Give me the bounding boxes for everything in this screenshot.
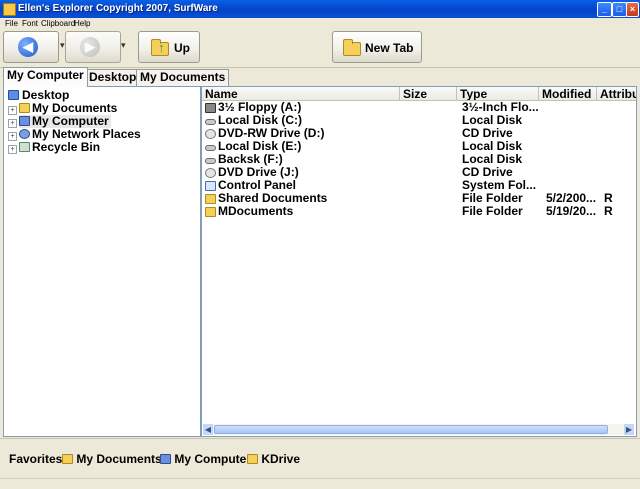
horizontal-scrollbar[interactable]: ◀ ▶ — [203, 424, 634, 435]
drive-icon — [205, 145, 216, 151]
folder-icon — [19, 103, 30, 113]
favorite-kdrive[interactable]: KDrive — [247, 452, 300, 466]
tree-item-label: Recycle Bin — [32, 140, 101, 154]
favorite-my-documents[interactable]: My Documents — [62, 452, 162, 466]
new-tab-label: New Tab — [365, 41, 414, 55]
favorite-label: KDrive — [261, 452, 301, 466]
floppy-icon — [205, 103, 216, 113]
column-header-name[interactable]: Name — [202, 87, 400, 101]
file-attributes: R — [604, 204, 613, 218]
file-type: File Folder — [462, 204, 523, 218]
control-panel-icon — [205, 181, 216, 191]
column-header-modified[interactable]: Modified — [539, 87, 597, 101]
column-header-attributes[interactable]: Attribu — [597, 87, 636, 101]
menu-font[interactable]: Font — [22, 18, 38, 29]
computer-icon — [160, 454, 171, 464]
file-row[interactable]: MDocuments File Folder 5/19/20... R — [202, 204, 636, 218]
column-header-type[interactable]: Type — [457, 87, 539, 101]
menu-file[interactable]: File — [5, 18, 18, 29]
expand-toggle[interactable]: + — [8, 145, 17, 154]
title-bar: Ellen's Explorer Copyright 2007, SurfWar… — [0, 0, 640, 18]
window-title: Ellen's Explorer Copyright 2007, SurfWar… — [18, 3, 218, 14]
recycle-bin-icon — [19, 142, 30, 152]
scroll-right-icon[interactable]: ▶ — [624, 424, 634, 435]
network-icon — [19, 129, 30, 139]
favorites-label: Favorites — [9, 452, 63, 466]
expand-toggle[interactable]: + — [8, 106, 17, 115]
favorite-my-computer[interactable]: My Computer — [160, 452, 251, 466]
folder-tree: Desktop + My Documents + My Computer + M… — [3, 86, 201, 437]
scrollbar-thumb[interactable] — [214, 425, 608, 434]
folder-icon — [247, 454, 258, 464]
menu-bar: File Font Clipboard Help — [0, 18, 640, 29]
folder-icon — [205, 207, 216, 217]
drive-icon — [205, 158, 216, 164]
close-button[interactable]: × — [626, 2, 639, 17]
desktop-icon — [8, 90, 19, 100]
file-list: Name Size Type Modified Attribu 3½ Flopp… — [201, 86, 637, 437]
forward-arrow-icon: ▶ — [80, 37, 100, 57]
tab-my-documents[interactable]: My Documents — [136, 69, 230, 86]
app-icon — [3, 3, 16, 16]
folder-icon — [205, 194, 216, 204]
favorite-label: My Documents — [76, 452, 162, 466]
tab-strip: My Computer Desktop My Documents — [0, 67, 640, 87]
back-dropdown-icon[interactable]: ▾ — [60, 40, 65, 51]
back-arrow-icon: ◀ — [18, 37, 38, 57]
documents-icon — [62, 454, 73, 464]
menu-help[interactable]: Help — [74, 18, 90, 29]
back-button[interactable]: ◀ — [3, 31, 59, 63]
column-header-size[interactable]: Size — [400, 87, 457, 101]
file-name: MDocuments — [218, 204, 294, 218]
up-button-label: Up — [174, 41, 190, 55]
status-bar — [0, 478, 640, 489]
new-tab-button[interactable]: New Tab — [332, 31, 422, 63]
forward-dropdown-icon[interactable]: ▾ — [121, 40, 126, 51]
toolbar: ◀ ▾ ▶ ▾ ↑ Up New Tab — [0, 29, 640, 68]
favorites-bar: Favorites My Documents My Computer KDriv… — [0, 438, 640, 479]
expand-toggle[interactable]: + — [8, 119, 17, 128]
drive-icon — [205, 119, 216, 125]
minimize-button[interactable]: _ — [597, 2, 612, 17]
favorite-label: My Computer — [174, 452, 252, 466]
expand-toggle[interactable]: + — [8, 132, 17, 141]
up-button[interactable]: ↑ Up — [138, 31, 200, 63]
tree-item-label: My Computer — [32, 114, 109, 128]
menu-clipboard[interactable]: Clipboard — [41, 18, 75, 29]
maximize-button[interactable]: □ — [612, 2, 627, 17]
new-tab-folder-icon — [343, 39, 361, 56]
scroll-left-icon[interactable]: ◀ — [203, 424, 213, 435]
file-modified: 5/19/20... — [546, 204, 597, 218]
folder-up-icon: ↑ — [151, 39, 169, 56]
cd-icon — [205, 168, 216, 178]
tab-desktop[interactable]: Desktop — [85, 69, 141, 86]
tab-my-computer[interactable]: My Computer — [3, 67, 88, 87]
forward-button[interactable]: ▶ — [65, 31, 121, 63]
computer-icon — [19, 116, 30, 126]
cd-icon — [205, 129, 216, 139]
